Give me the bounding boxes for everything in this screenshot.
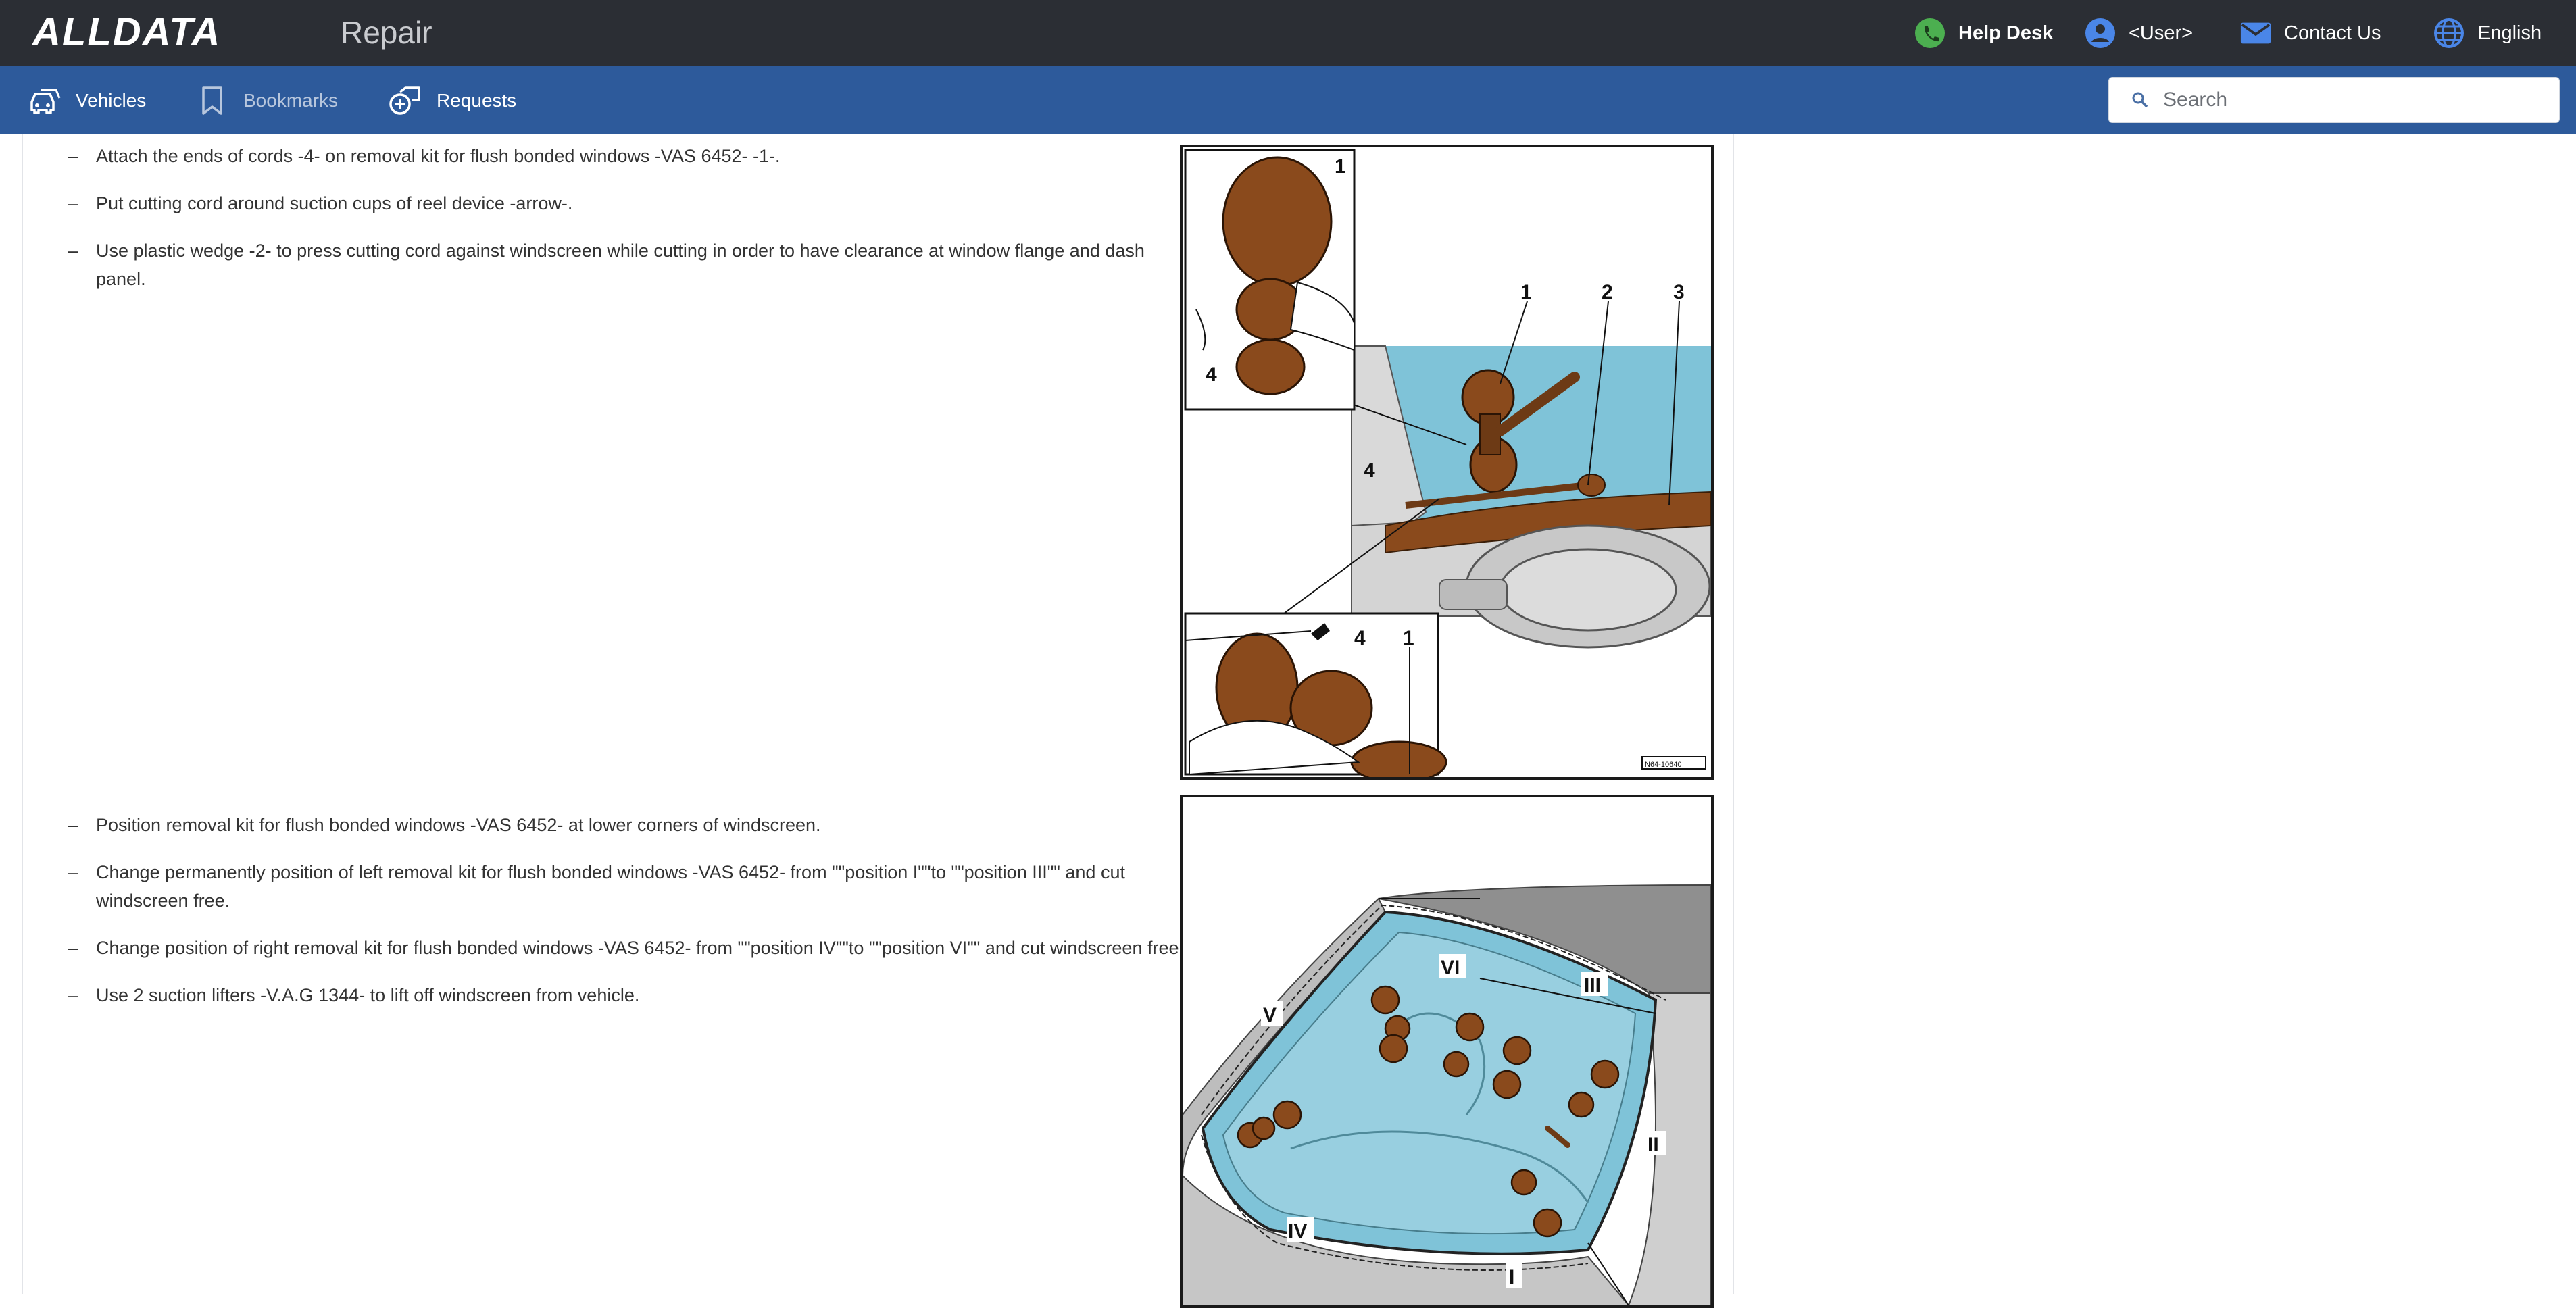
nav-requests-label: Requests bbox=[437, 90, 517, 111]
position-label-iii: III bbox=[1584, 974, 1601, 997]
callout-label-3: 3 bbox=[1673, 281, 1685, 303]
main-content: – Attach the ends of cords -4- on removal… bbox=[0, 134, 2576, 1308]
procedure-panel: – Attach the ends of cords -4- on removal… bbox=[22, 134, 1734, 1308]
callout-label-4: 4 bbox=[1354, 627, 1366, 649]
position-label-vi: VI bbox=[1441, 957, 1460, 979]
search-box[interactable] bbox=[2108, 77, 2560, 123]
illustration-removal-kit-cords[interactable]: 1 1 2 3 4 4 4 1 N64-10640 bbox=[1180, 145, 1714, 780]
position-label-ii: II bbox=[1648, 1134, 1659, 1156]
list-item: – Put cutting cord around suction cups of… bbox=[68, 193, 573, 213]
list-item: – Change permanently position of left rem… bbox=[68, 862, 1125, 911]
step-text: Attach the ends of cords -4- on removal … bbox=[96, 146, 781, 166]
position-label-i: I bbox=[1509, 1266, 1514, 1288]
list-item: – Change position of right removal kit fo… bbox=[68, 938, 1184, 958]
position-label-v: V bbox=[1263, 1004, 1277, 1026]
language-label: English bbox=[2477, 22, 2542, 44]
illustration-drawing: V VI III II IV I bbox=[1183, 884, 1711, 1305]
callout-label-4: 4 bbox=[1206, 363, 1217, 386]
bookmark-icon bbox=[195, 84, 230, 117]
step-text: Change position of right removal kit for… bbox=[96, 938, 1184, 958]
list-item: – Use plastic wedge -2- to press cutting … bbox=[68, 241, 1145, 289]
top-bar: ALLDATA Repair Help Desk <User> Contact … bbox=[0, 0, 2576, 66]
step-list-1: – Attach the ends of cords -4- on removal… bbox=[46, 142, 1188, 312]
step-text: Use 2 suction lifters -V.A.G 1344- to li… bbox=[96, 985, 640, 1005]
illustration-windscreen-positions[interactable]: V VI III II IV I bbox=[1180, 795, 1714, 1308]
nav-vehicles[interactable]: Vehicles bbox=[27, 84, 146, 118]
callout-label-4: 4 bbox=[1364, 459, 1375, 482]
illustration-drawing: 1 1 2 3 4 4 4 1 N64-10640 bbox=[1184, 149, 1711, 777]
callout-label-1: 1 bbox=[1520, 281, 1532, 303]
list-item: – Position removal kit for flush bonded w… bbox=[68, 815, 821, 835]
search-icon bbox=[2131, 91, 2150, 109]
nav-bookmarks[interactable]: Bookmarks bbox=[195, 84, 338, 118]
nav-requests[interactable]: Requests bbox=[388, 84, 516, 118]
callout-label-1: 1 bbox=[1335, 155, 1346, 178]
app-section-title: Repair bbox=[341, 15, 432, 50]
requests-icon bbox=[388, 84, 423, 117]
step-list-2: – Position removal kit for flush bonded w… bbox=[46, 811, 1188, 1028]
user-menu[interactable]: <User> bbox=[2084, 16, 2193, 50]
alldata-logo[interactable]: ALLDATA bbox=[32, 12, 221, 53]
callout-label-2: 2 bbox=[1602, 281, 1613, 303]
list-item: – Use 2 suction lifters -V.A.G 1344- to l… bbox=[68, 985, 640, 1005]
step-text: Put cutting cord around suction cups of … bbox=[96, 193, 573, 213]
user-name: <User> bbox=[2129, 22, 2194, 44]
position-label-iv: IV bbox=[1288, 1220, 1307, 1242]
contact-us-label: Contact Us bbox=[2284, 22, 2381, 44]
phone-icon bbox=[1914, 17, 1946, 49]
car-icon bbox=[27, 84, 62, 117]
language-selector[interactable]: English bbox=[2433, 16, 2542, 50]
user-icon bbox=[2084, 17, 2116, 49]
globe-icon bbox=[2433, 17, 2465, 49]
step-text: Use plastic wedge -2- to press cutting c… bbox=[96, 241, 1145, 289]
list-item: – Attach the ends of cords -4- on removal… bbox=[68, 146, 781, 166]
nav-bookmarks-label: Bookmarks bbox=[243, 90, 339, 111]
help-desk-link[interactable]: Help Desk bbox=[1914, 16, 2053, 50]
figure-code: N64-10640 bbox=[1645, 761, 1681, 769]
nav-vehicles-label: Vehicles bbox=[76, 90, 147, 111]
step-text: Position removal kit for flush bonded wi… bbox=[96, 815, 821, 835]
help-desk-label: Help Desk bbox=[1958, 22, 2054, 44]
mail-icon bbox=[2239, 17, 2272, 49]
step-text: Change permanently position of left remo… bbox=[96, 862, 1125, 911]
callout-label-1: 1 bbox=[1403, 627, 1414, 649]
contact-us-link[interactable]: Contact Us bbox=[2239, 16, 2381, 50]
search-input[interactable] bbox=[2162, 88, 2543, 112]
